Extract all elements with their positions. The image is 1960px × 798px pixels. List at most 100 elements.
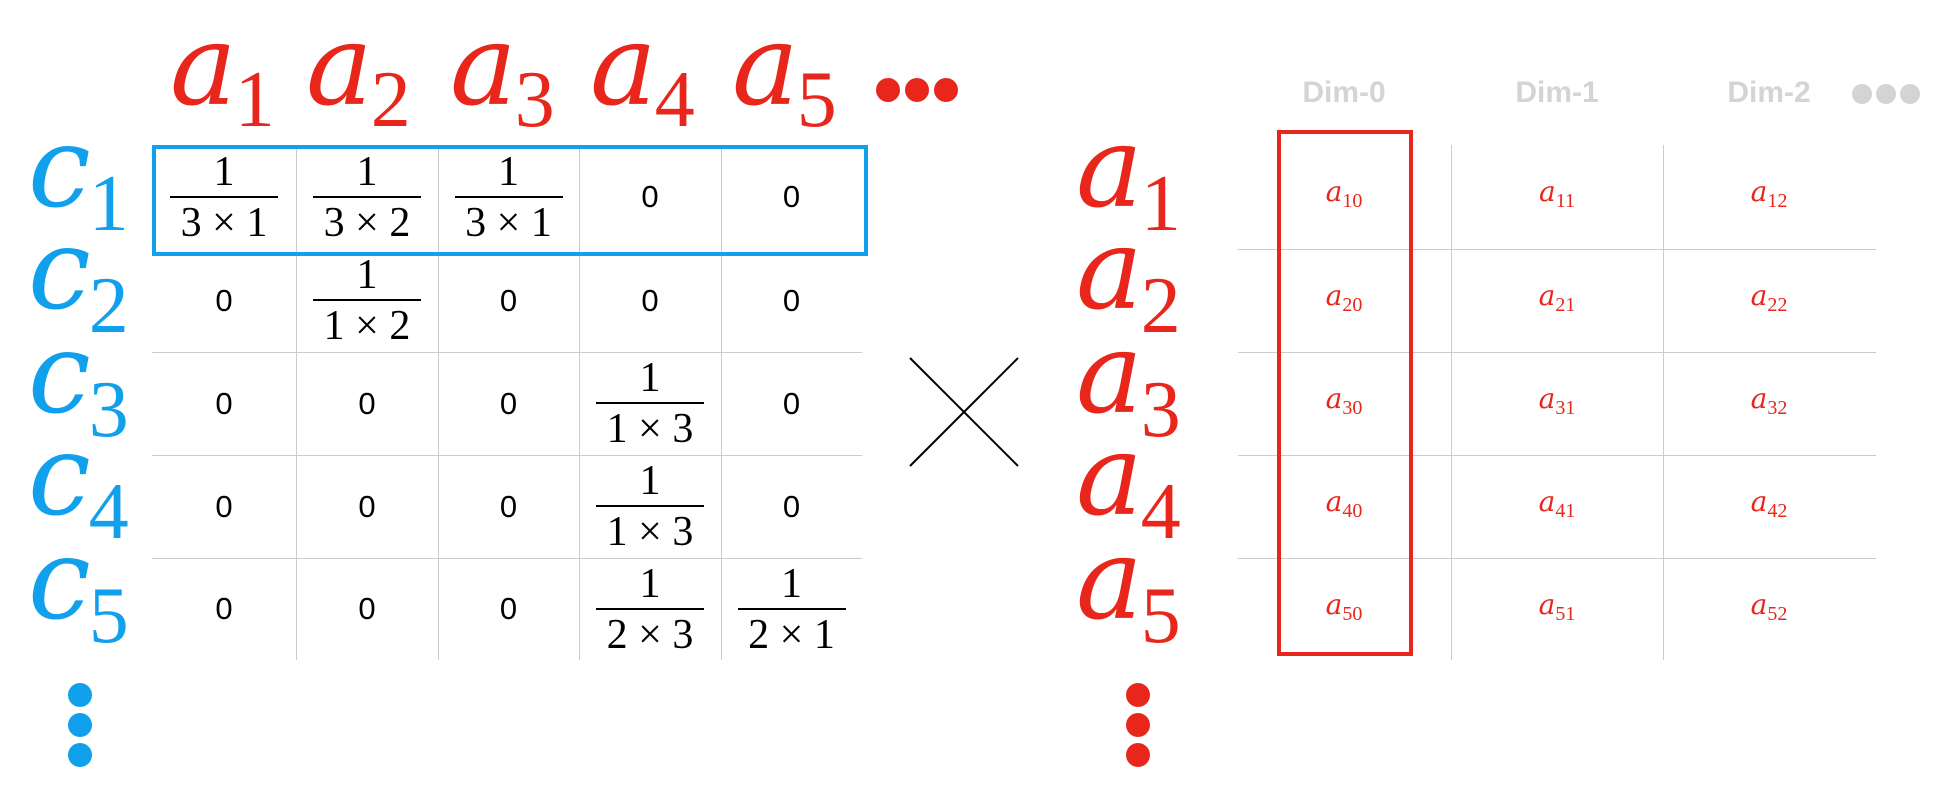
matrix-cell: 1 1 × 3	[579, 455, 721, 558]
entry-base: a	[1539, 175, 1556, 208]
matrix-entry: a 31	[1497, 382, 1617, 422]
column-header-a5-base: a	[732, 1, 799, 131]
matrix-entry: a 51	[1497, 588, 1617, 628]
fraction: 1 1 × 3	[596, 460, 704, 553]
column-header-a3-subscript: 3	[514, 56, 555, 144]
entry-base: a	[1750, 382, 1768, 415]
column-header-a5-subscript: 5	[796, 56, 837, 144]
cell-value: 0	[499, 385, 518, 421]
row-header-a5-subscript: 5	[1140, 572, 1181, 660]
column-header-a4-base: a	[590, 1, 657, 131]
row-header-c5: c5	[28, 524, 129, 656]
matrix-cell: 0	[152, 455, 296, 558]
matrix-cell: 0	[721, 249, 862, 352]
fraction-bar	[313, 299, 421, 301]
matrix-cell: 0	[296, 558, 438, 660]
entry-subscript: 32	[1767, 397, 1788, 419]
matrix-cell: 0	[296, 455, 438, 558]
dimension-header: Dim-1	[1515, 76, 1599, 109]
entry-subscript: 41	[1555, 500, 1576, 522]
matrix-cell: 0	[152, 558, 296, 660]
column-highlight-box	[1277, 130, 1413, 656]
matrix-entry: a 52	[1709, 588, 1829, 628]
fraction-numerator: 1	[639, 458, 661, 504]
cell-value: 0	[358, 591, 376, 626]
matrix-cell: 12 × 1	[721, 558, 862, 660]
column-header-a1-base: a	[170, 1, 237, 131]
entry-base: a	[1538, 279, 1556, 312]
matrix-cell: 0	[438, 558, 579, 660]
column-header-a2-base: a	[306, 1, 373, 131]
cell-value: 0	[782, 282, 801, 318]
matrix-cell: 0	[438, 249, 579, 352]
fraction-numerator: 1	[639, 560, 661, 607]
cell-value: 0	[358, 385, 376, 421]
multiply-cross-icon	[909, 357, 1019, 467]
fraction: 12 × 3	[596, 563, 704, 656]
column-header-a4: a4	[590, 1, 695, 140]
fraction-denominator: 2 × 1	[748, 611, 835, 658]
entry-base: a	[1750, 485, 1768, 518]
matrix-cell: 0	[438, 352, 579, 455]
entry-base: a	[1750, 279, 1768, 312]
matrix-cell: 0	[152, 249, 296, 352]
matrix-entry: a 42	[1709, 485, 1829, 525]
cell-value: 0	[641, 282, 659, 318]
entry-subscript: 12	[1767, 190, 1788, 212]
matrix-cell: 0	[152, 352, 296, 455]
fraction-bar	[596, 505, 704, 507]
cell-value: 0	[215, 591, 233, 626]
entry-subscript: 22	[1767, 294, 1788, 316]
matrix-multiplication-diagram: a1 a2 a3 a4 a5 c1 c2 c3 c4 c5 13 × 113 × 213 × 1…	[0, 0, 1960, 798]
entry-subscript: 11	[1555, 190, 1575, 212]
entry-base: a	[1538, 382, 1556, 415]
matrix-cell: 0	[721, 455, 862, 558]
cell-value: 0	[782, 488, 801, 524]
fraction: 12 × 1	[737, 560, 846, 658]
cell-value: 0	[215, 488, 233, 524]
matrix-entry: a 22	[1709, 279, 1829, 319]
column-header-a3: a3	[450, 10, 555, 140]
row-header-a5: a5	[1076, 515, 1181, 656]
entry-base: a	[1750, 588, 1768, 621]
column-header-a5: a5	[732, 1, 837, 140]
fraction-denominator: 2 × 3	[606, 611, 694, 658]
fraction-denominator: 1 × 3	[606, 406, 694, 452]
entry-subscript: 42	[1767, 500, 1788, 522]
cell-value: 0	[499, 488, 518, 524]
matrix-cell: 12 × 3	[579, 558, 721, 660]
fraction: 1 1 × 3	[596, 357, 704, 450]
column-header-a4-subscript: 4	[654, 56, 695, 144]
entry-subscript: 52	[1767, 603, 1788, 625]
fraction-bar	[596, 607, 704, 610]
matrix-cell: 1 1 × 3	[579, 352, 721, 455]
matrix-cell: 0	[296, 352, 438, 455]
entry-base: a	[1538, 588, 1556, 621]
fraction-numerator: 1	[781, 560, 802, 607]
entry-subscript: 51	[1555, 603, 1576, 625]
fraction-bar	[737, 607, 846, 610]
cell-value: 0	[782, 385, 801, 421]
row-header-c5-subscript: 5	[88, 572, 129, 660]
cell-value: 0	[499, 282, 518, 318]
matrix-entry: a 11	[1497, 175, 1617, 215]
matrix-cell: 0	[721, 352, 862, 455]
row-header-a5-base: a	[1076, 515, 1143, 645]
matrix-entry: a 41	[1497, 485, 1617, 525]
dimension-header: Dim-2	[1727, 76, 1811, 109]
fraction-numerator: 1	[356, 252, 378, 298]
column-header-a1: a1	[170, 1, 275, 140]
matrix-cell: 0	[438, 455, 579, 558]
entry-base: a	[1538, 485, 1556, 518]
cell-value: 0	[358, 488, 376, 524]
matrix-cell: 1 1 × 2	[296, 249, 438, 352]
column-header-a2: a2	[306, 1, 411, 140]
matrix-entry: a 32	[1709, 382, 1829, 422]
row-highlight-box	[152, 145, 868, 256]
entry-base: a	[1750, 175, 1768, 208]
fraction-denominator: 1 × 3	[606, 509, 694, 555]
cell-value: 0	[215, 282, 233, 318]
column-header-a2-subscript: 2	[370, 56, 411, 144]
entry-subscript: 31	[1555, 397, 1576, 419]
cell-value: 0	[215, 385, 233, 421]
